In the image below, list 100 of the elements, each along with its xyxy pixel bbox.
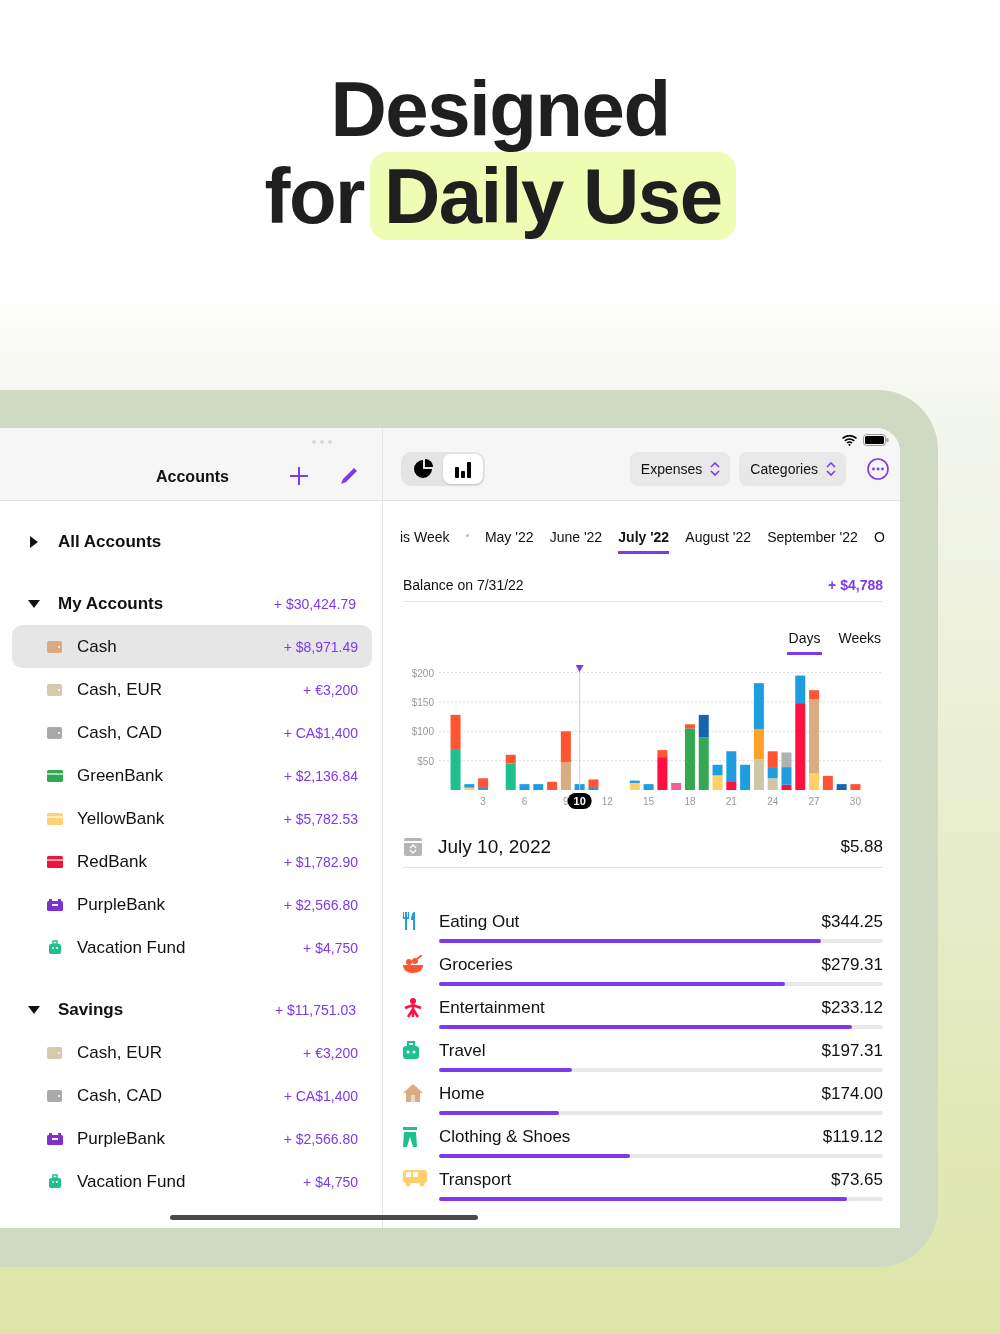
category-name: Groceries [439,955,513,975]
chart-bar [740,764,751,790]
picker-button[interactable]: Expenses [629,452,731,486]
account-item[interactable]: Cash, CAD + CA$1,400 [12,711,372,754]
chart-bar [533,784,544,790]
period-tab[interactable]: O [874,522,885,554]
axis-label: $100 [411,726,434,738]
account-name: PurpleBank [77,894,166,915]
axis-label: $150 [411,696,434,708]
account-balance: + $2,566.80 [283,896,358,913]
account-balance: + $8,971.49 [283,638,358,655]
category-amount: $174.00 [821,1084,883,1104]
chart-bar [450,748,461,790]
account-item[interactable]: GreenBank + $2,136.84 [12,754,372,797]
axis-label: 30 [849,796,861,807]
account-name: Cash, EUR [77,679,164,700]
chart-bar [753,759,764,790]
period-tab[interactable]: May '22 [484,522,534,554]
account-item[interactable]: YellowBank + $5,782.53 [12,797,372,840]
selection-marker[interactable] [575,665,584,791]
headline-text: Designed [329,66,671,152]
period-tab[interactable]: August '22 [685,522,752,554]
category-amount: $197.31 [821,1041,883,1061]
axis-label: 6 [521,796,528,807]
chart-bar [643,784,654,790]
selected-day-label: 10 [573,795,586,807]
bar-chart-tab[interactable] [443,454,483,484]
account-name: Cash, CAD [77,722,164,743]
chart-bar [836,784,847,790]
account-item[interactable]: PurpleBank + $2,566.80 [12,883,372,926]
granularity-tab[interactable]: Weeks [836,624,883,655]
chart-bar [519,784,530,790]
chart-bar [850,784,861,790]
category-amount: $279.31 [821,955,883,975]
account-balance: + CA$1,400 [283,1087,358,1104]
category-name: Clothing & Shoes [439,1127,571,1147]
group-title[interactable]: My Accounts [58,593,274,614]
picker-button[interactable]: Categories [739,452,846,486]
category-name: Travel [439,1041,486,1061]
account-balance: + €3,200 [303,681,358,698]
period-tab[interactable]: July '22 [618,522,670,554]
chevron-updown-icon [710,462,721,476]
axis-label: 21 [725,796,737,807]
period-tab[interactable]: June '22 [549,522,603,554]
axis-label: 27 [808,796,820,807]
account-balance: + $2,566.80 [283,1130,358,1147]
account-item[interactable]: PurpleBank + $2,566.80 [12,1117,372,1160]
account-balance: + CA$1,400 [283,724,358,741]
pie-chart-icon [413,459,433,479]
wifi-icon [842,434,857,446]
chart-bar [767,751,778,768]
group-total: + $30,424.79 [273,595,356,612]
category-amount: $233.12 [821,998,883,1018]
axis-label: 9 [563,796,569,807]
chart-bar [560,762,571,790]
chart-bar [822,775,833,790]
axis-label: $50 [417,755,434,767]
axis-label: 12 [601,796,613,807]
account-item[interactable]: Cash, EUR + €3,200 [12,1031,372,1074]
account-item[interactable]: Cash + $8,971.49 [12,625,372,668]
category-name: Eating Out [439,912,520,932]
account-name: YellowBank [77,808,166,829]
category-amount: $119.12 [822,1127,883,1147]
account-item[interactable]: Vacation Fund + $4,750 [12,1160,372,1203]
account-name: Cash, CAD [77,1085,164,1106]
period-tab[interactable]: is Week [400,522,450,554]
account-item[interactable]: Cash, EUR + €3,200 [12,668,372,711]
category-name: Transport [439,1170,512,1190]
period-tab[interactable]: September '22 [767,522,858,554]
balance-value: + $4,788 [828,577,883,593]
battery-icon [863,434,889,446]
chart-bar [781,752,792,768]
account-item[interactable]: Cash, CAD + CA$1,400 [12,1074,372,1117]
account-balance: + $5,782.53 [283,810,358,827]
headline-text: for [264,152,364,240]
category-name: Entertainment [439,998,545,1018]
account-name: PurpleBank [77,1128,166,1149]
bar-chart-icon [453,459,473,479]
chart-bar [671,782,682,790]
account-name: RedBank [77,851,148,872]
edit-button[interactable] [338,466,359,486]
account-item[interactable]: RedBank + $1,782.90 [12,840,372,883]
account-item[interactable]: Vacation Fund + $4,750 [12,926,372,969]
account-balance: + €3,200 [303,1044,358,1061]
separator-dot [465,533,469,537]
more-button[interactable] [867,458,889,480]
account-name: Cash [77,636,118,657]
sidebar-title: Accounts [156,468,229,486]
group-title[interactable]: All Accounts [58,531,356,552]
chart-bar [767,767,778,779]
group-title[interactable]: Savings [58,999,275,1020]
category-amount: $344.25 [821,912,883,932]
add-button[interactable] [288,466,309,486]
chart-bar [560,731,571,763]
axis-label: 24 [767,796,779,807]
chevron-updown-icon [826,462,836,476]
granularity-tab[interactable]: Days [786,624,823,655]
selected-date: July 10, 2022 [438,836,553,858]
selected-day-badge [567,793,592,809]
account-name: Vacation Fund [77,1171,187,1192]
